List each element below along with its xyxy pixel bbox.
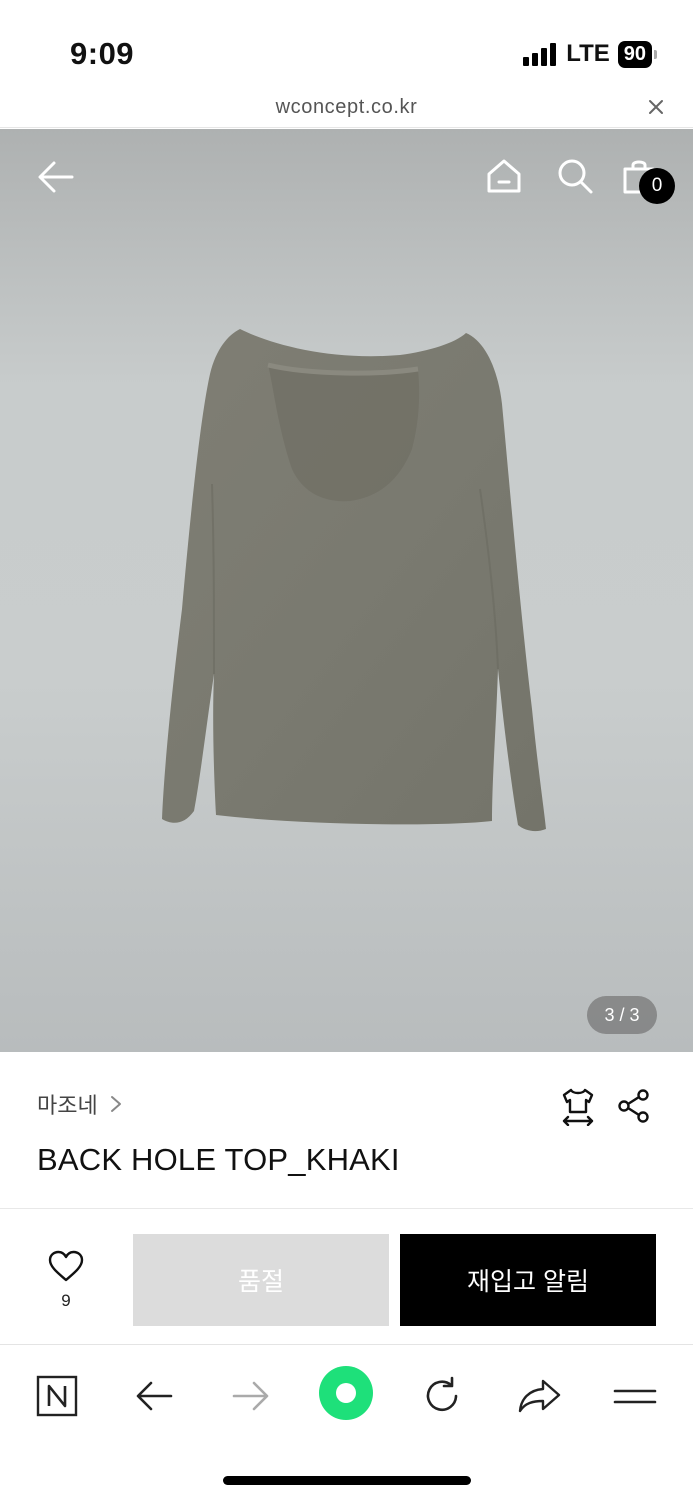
cart-count-badge[interactable]: 0 bbox=[639, 168, 675, 204]
menu-icon bbox=[613, 1389, 657, 1404]
product-info: 마조네 BACK HOLE TOP_KHAKI bbox=[0, 1052, 693, 1210]
browser-back-button[interactable] bbox=[129, 1371, 179, 1421]
soldout-button[interactable]: 품절 bbox=[133, 1234, 389, 1326]
divider bbox=[0, 1208, 693, 1209]
network-type: LTE bbox=[566, 40, 610, 67]
close-icon[interactable] bbox=[647, 98, 665, 116]
refresh-button[interactable] bbox=[417, 1371, 467, 1421]
arrow-right-icon bbox=[232, 1381, 269, 1411]
home-indicator bbox=[223, 1476, 471, 1485]
search-icon[interactable] bbox=[556, 157, 594, 195]
restock-alert-button[interactable]: 재입고 알림 bbox=[400, 1234, 656, 1326]
url-text[interactable]: wconcept.co.kr bbox=[0, 96, 693, 119]
green-dot-button[interactable] bbox=[318, 1365, 374, 1421]
signal-icon bbox=[523, 42, 557, 66]
product-image-gallery[interactable] bbox=[0, 129, 693, 1052]
status-indicators: LTE 90 bbox=[523, 40, 657, 68]
naver-home-button[interactable] bbox=[32, 1371, 82, 1421]
url-bar[interactable]: wconcept.co.kr bbox=[0, 90, 693, 128]
purchase-bar: 9 품절 재입고 알림 bbox=[0, 1210, 693, 1344]
back-arrow-icon[interactable] bbox=[36, 159, 76, 195]
product-image bbox=[162, 329, 546, 832]
menu-button[interactable] bbox=[610, 1371, 660, 1421]
status-bar: 9:09 LTE 90 bbox=[0, 0, 693, 90]
heart-icon[interactable] bbox=[48, 1250, 84, 1282]
arrow-left-icon bbox=[136, 1381, 173, 1411]
forward-share-icon bbox=[518, 1379, 561, 1413]
chevron-right-icon bbox=[110, 1096, 121, 1112]
image-pager: 3 / 3 bbox=[587, 996, 657, 1034]
green-dot-icon bbox=[319, 1366, 373, 1420]
wishlist-count: 9 bbox=[61, 1291, 71, 1310]
share-icon[interactable] bbox=[616, 1088, 652, 1124]
browser-forward-button[interactable] bbox=[226, 1371, 276, 1421]
refresh-icon bbox=[426, 1376, 458, 1412]
size-guide-icon[interactable] bbox=[560, 1086, 596, 1126]
brand-name[interactable]: 마조네 bbox=[37, 1088, 98, 1120]
brand-link[interactable]: 마조네 bbox=[37, 1088, 124, 1120]
battery-level: 90 bbox=[617, 40, 652, 68]
share-page-button[interactable] bbox=[514, 1371, 564, 1421]
battery-icon bbox=[654, 49, 657, 59]
home-icon[interactable] bbox=[485, 157, 523, 195]
wishlist-button[interactable]: 9 bbox=[44, 1250, 88, 1311]
product-title: BACK HOLE TOP_KHAKI bbox=[37, 1142, 400, 1177]
status-time: 9:09 bbox=[70, 36, 135, 71]
naver-n-icon bbox=[36, 1375, 78, 1417]
